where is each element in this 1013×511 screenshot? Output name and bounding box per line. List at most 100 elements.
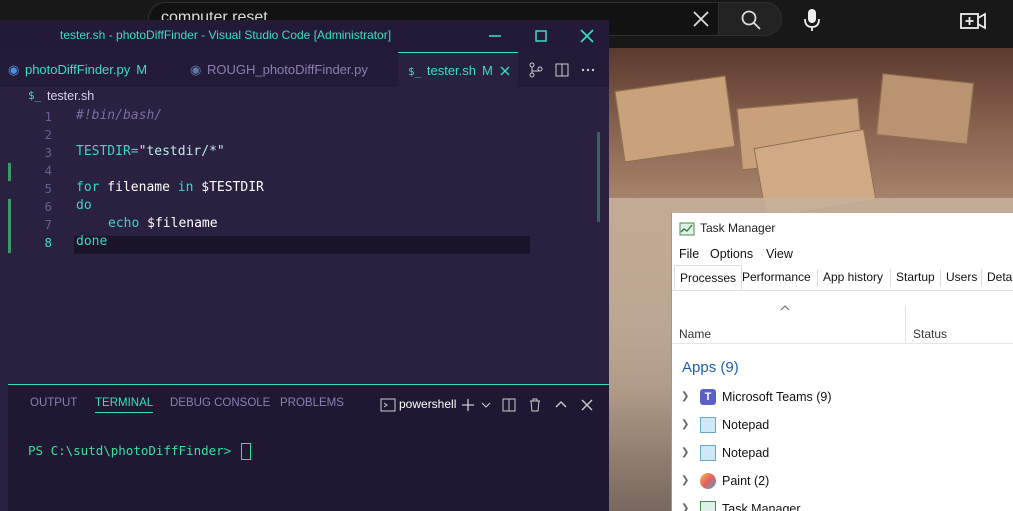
tab-divider xyxy=(890,269,891,287)
shell-selector[interactable]: powershell xyxy=(399,397,456,411)
menu-view[interactable]: View xyxy=(766,247,793,261)
process-name: Notepad xyxy=(722,446,770,460)
more-actions-icon[interactable] xyxy=(580,62,596,78)
split-terminal-icon[interactable] xyxy=(502,398,516,412)
chevron-right-icon[interactable]: ❯ xyxy=(681,447,689,458)
process-name: Notepad xyxy=(722,418,770,432)
task-manager-window: Task Manager File Options View Processes… xyxy=(671,213,1013,511)
code-editor[interactable]: 1 2 3 4 5 6 7 8 #!bin/bash/ TESTDIR="tes… xyxy=(0,107,609,385)
code-line-8: done xyxy=(76,234,107,249)
code-keyword: do xyxy=(76,198,92,213)
paint-icon xyxy=(700,473,716,489)
trash-icon[interactable] xyxy=(528,398,542,412)
column-status[interactable]: Status xyxy=(913,327,947,341)
tab-app-history[interactable]: App history xyxy=(823,270,883,284)
voice-search-button[interactable] xyxy=(792,0,832,40)
scrollbar-marker xyxy=(597,132,600,222)
tab-tester-sh[interactable]: $_ tester.sh M xyxy=(398,52,518,87)
task-manager-tabs: Processes Performance App history Startu… xyxy=(672,265,1013,291)
tab-users[interactable]: Users xyxy=(946,270,977,284)
menu-file[interactable]: File xyxy=(679,247,699,261)
sort-ascending-icon[interactable] xyxy=(779,304,791,312)
tab-debug-console[interactable]: DEBUG CONSOLE xyxy=(170,397,270,409)
code-comment: #!bin/bash/ xyxy=(76,108,163,123)
tab-rough-photodifffinder[interactable]: ◉ ROUGH_photoDiffFinder.py xyxy=(190,52,390,87)
bottom-panel: OUTPUT TERMINAL DEBUG CONSOLE PROBLEMS p… xyxy=(8,384,609,511)
line-number: 2 xyxy=(44,127,52,142)
tab-terminal[interactable]: TERMINAL xyxy=(95,397,154,413)
process-name: Microsoft Teams (9) xyxy=(722,390,832,404)
tab-problems[interactable]: PROBLEMS xyxy=(280,397,344,409)
maximize-icon[interactable] xyxy=(529,24,553,48)
tab-photodifffinder[interactable]: ◉ photoDiffFinder.py M xyxy=(8,52,178,87)
menu-options[interactable]: Options xyxy=(710,247,753,261)
breadcrumb: $_ tester.sh xyxy=(0,87,609,107)
video-frame-box xyxy=(876,73,974,145)
tab-performance[interactable]: Performance xyxy=(742,270,811,284)
tab-startup[interactable]: Startup xyxy=(896,270,935,284)
column-name[interactable]: Name xyxy=(679,327,711,341)
code-line-6: do xyxy=(76,198,92,213)
line-number: 7 xyxy=(44,217,52,232)
microphone-icon xyxy=(804,9,820,31)
video-frame-box xyxy=(614,75,736,163)
modified-badge: M xyxy=(482,63,493,78)
teams-icon: T xyxy=(700,389,716,405)
code-string: "testdir/*" xyxy=(138,144,225,159)
process-row[interactable]: ❯ Paint (2) xyxy=(672,469,1013,495)
editor-tabs: ◉ photoDiffFinder.py M ◉ ROUGH_photoDiffF… xyxy=(0,52,609,87)
split-editor-icon[interactable] xyxy=(554,62,570,78)
breadcrumb-file[interactable]: tester.sh xyxy=(47,89,94,103)
notepad-icon xyxy=(700,417,716,433)
modified-badge: M xyxy=(136,62,148,77)
source-control-icon[interactable] xyxy=(528,62,544,78)
tab-processes[interactable]: Processes xyxy=(674,265,743,290)
minimize-icon[interactable] xyxy=(483,24,507,48)
search-button[interactable] xyxy=(718,2,782,36)
close-panel-icon[interactable] xyxy=(580,398,594,412)
tab-label: ROUGH_photoDiffFinder.py xyxy=(206,62,368,77)
code-variable: $filename xyxy=(139,216,218,231)
chevron-down-icon[interactable] xyxy=(481,400,491,410)
chevron-right-icon[interactable]: ❯ xyxy=(681,503,689,511)
code-line-3: TESTDIR="testdir/*" xyxy=(76,144,225,159)
create-video-icon[interactable] xyxy=(958,6,988,36)
shell-icon: $_ xyxy=(28,89,42,102)
line-number: 1 xyxy=(44,109,52,124)
maximize-panel-icon[interactable] xyxy=(554,398,568,412)
tab-details[interactable]: Detai xyxy=(987,270,1013,284)
minimap xyxy=(530,107,596,227)
line-number: 4 xyxy=(44,163,52,178)
new-terminal-icon[interactable] xyxy=(461,398,475,412)
clear-search-icon[interactable] xyxy=(690,8,712,30)
code-line-7: echo $filename xyxy=(76,216,218,231)
close-tab-icon[interactable] xyxy=(499,65,511,77)
window-title: tester.sh - photoDiffFinder - Visual Stu… xyxy=(60,28,392,42)
process-row[interactable]: ❯ Task Manager xyxy=(672,497,1013,511)
column-header: Name Status xyxy=(672,301,1013,344)
process-row[interactable]: ❯ T Microsoft Teams (9) xyxy=(672,385,1013,411)
line-number: 5 xyxy=(44,181,52,196)
code-keyword: in xyxy=(177,180,194,195)
line-number: 8 xyxy=(44,235,52,250)
window-title: Task Manager xyxy=(700,221,776,235)
code-identifier: filename xyxy=(99,180,178,195)
python-icon: ◉ xyxy=(190,62,202,77)
line-number: 6 xyxy=(44,199,52,214)
chevron-right-icon[interactable]: ❯ xyxy=(681,419,689,430)
task-manager-icon xyxy=(679,222,695,236)
search-icon xyxy=(741,10,761,30)
terminal-prompt-line[interactable]: PS C:\sutd\photoDiffFinder> xyxy=(28,443,251,460)
chevron-right-icon[interactable]: ❯ xyxy=(681,475,689,486)
terminal-cursor xyxy=(240,443,251,460)
chevron-right-icon[interactable]: ❯ xyxy=(681,391,689,402)
title-bar: tester.sh - photoDiffFinder - Visual Stu… xyxy=(0,20,609,52)
code-variable: $TESTDIR xyxy=(193,180,264,195)
tab-divider xyxy=(817,269,818,287)
code-keyword: echo xyxy=(108,216,140,231)
process-row[interactable]: ❯ Notepad xyxy=(672,413,1013,439)
tab-output[interactable]: OUTPUT xyxy=(30,397,77,409)
process-row[interactable]: ❯ Notepad xyxy=(672,441,1013,467)
code-line-1: #!bin/bash/ xyxy=(76,108,162,123)
close-icon[interactable] xyxy=(575,24,599,48)
